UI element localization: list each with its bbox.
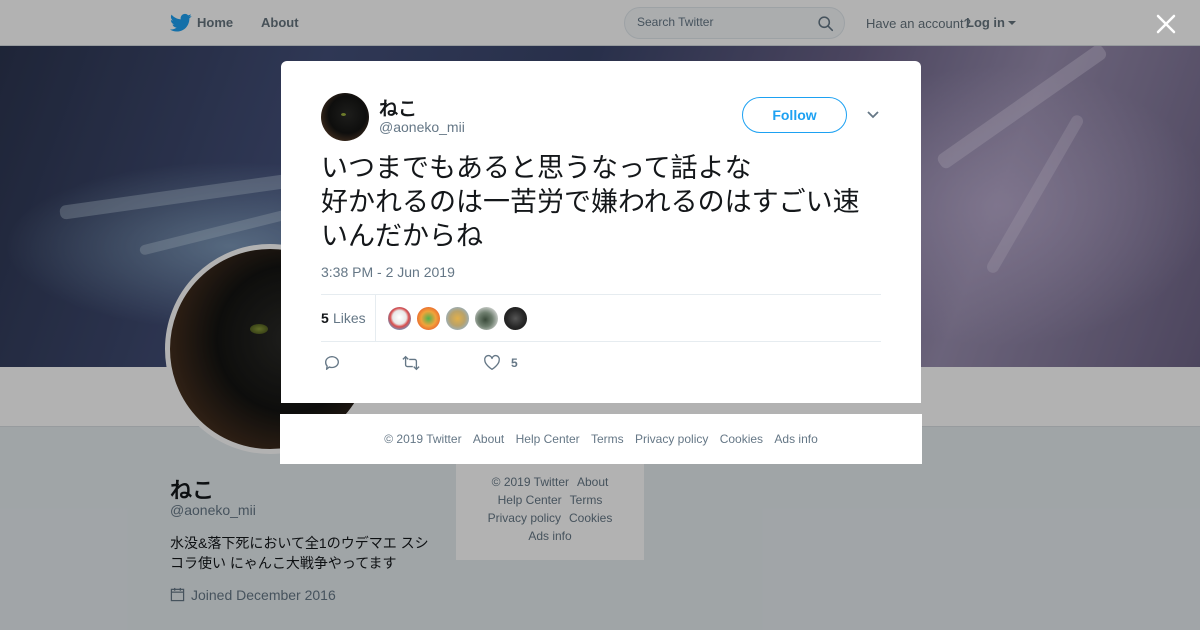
heart-icon[interactable]	[483, 354, 501, 372]
footer-link-terms[interactable]: Terms	[591, 432, 624, 446]
tweet-stats: 5 Likes	[321, 294, 881, 342]
footer-link-ads[interactable]: Ads info	[774, 432, 817, 446]
liker-avatar[interactable]	[416, 306, 441, 331]
tweet-text-line: 好かれるのは一苦労で嫌われるのはすごい速	[321, 187, 860, 217]
liker-avatar[interactable]	[387, 306, 412, 331]
footer-link-help[interactable]: Help Center	[516, 432, 580, 446]
tweet-modal: ねこ @aoneko_mii Follow いつまでもあると思うなって話よな 好…	[281, 61, 921, 403]
footer-copyright: © 2019 Twitter	[384, 432, 462, 446]
tweet-author-handle[interactable]: @aoneko_mii	[379, 119, 465, 135]
stats-divider	[375, 295, 376, 342]
retweet-icon[interactable]	[402, 354, 420, 372]
avatar-eye	[341, 113, 346, 116]
follow-button[interactable]: Follow	[742, 97, 847, 133]
tweet-author-avatar[interactable]	[321, 93, 369, 141]
tweet-text: いつまでもあると思うなって話よな 好かれるのは一苦労で嫌われるのはすごい速 いん…	[321, 151, 891, 253]
tweet-timestamp[interactable]: 3:38 PM - 2 Jun 2019	[321, 264, 455, 280]
chevron-down-icon[interactable]	[866, 110, 880, 120]
reply-icon[interactable]	[323, 354, 341, 372]
tweet-text-line: いんだからね	[321, 221, 483, 251]
close-icon[interactable]	[1155, 13, 1177, 35]
footer-link-cookies[interactable]: Cookies	[720, 432, 763, 446]
liker-avatar[interactable]	[474, 306, 499, 331]
likes-label[interactable]: Likes	[333, 310, 366, 326]
tweet-actions: 5	[321, 351, 881, 375]
modal-footer: © 2019 Twitter About Help Center Terms P…	[280, 414, 922, 464]
like-action-count: 5	[511, 356, 518, 370]
liker-avatar[interactable]	[445, 306, 470, 331]
liker-avatar[interactable]	[503, 306, 528, 331]
tweet-text-line: いつまでもあると思うなって話よな	[321, 153, 752, 183]
footer-link-about[interactable]: About	[473, 432, 504, 446]
tweet-author-name[interactable]: ねこ	[379, 94, 417, 121]
footer-link-privacy[interactable]: Privacy policy	[635, 432, 708, 446]
likes-count[interactable]: 5	[321, 310, 329, 326]
